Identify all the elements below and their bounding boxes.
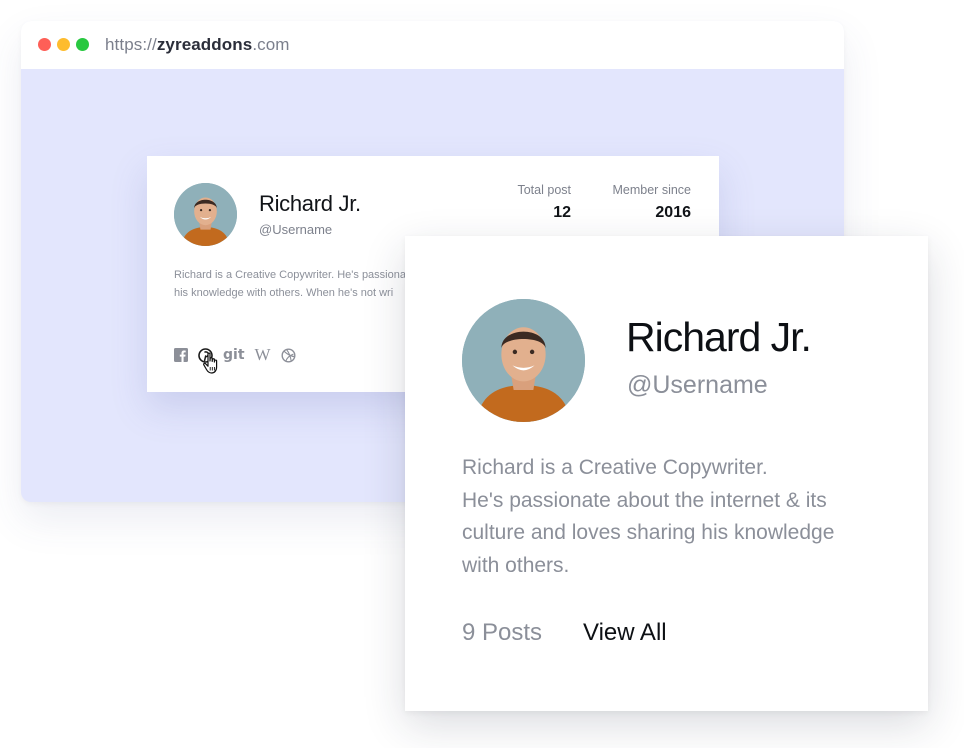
social-links: git W (174, 345, 306, 365)
bio-line: culture and loves sharing his knowledge (462, 521, 835, 544)
profile-name: Richard Jr. (259, 191, 361, 216)
profile-bio: Richard is a Creative Copywriter. He's p… (174, 266, 414, 302)
bio-line: He's passionate about the internet & its (462, 488, 827, 512)
url-domain: zyreaddons (156, 35, 253, 54)
bio-line: Richard is a Creative Copywriter. He's p… (174, 269, 414, 281)
dribbble-icon[interactable] (281, 347, 296, 363)
profile-bio: Richard is a Creative Copywriter. He's p… (462, 452, 892, 582)
avatar (174, 183, 237, 246)
hand-cursor-icon (203, 352, 218, 374)
bio-line: Richard is a Creative Copywriter. (462, 456, 768, 479)
minimize-window-button[interactable] (57, 38, 70, 51)
member-since-label: Member since (612, 183, 692, 197)
profile-name: Richard Jr. (626, 314, 812, 360)
bio-line: his knowledge with others. When he's not… (174, 287, 394, 299)
avatar (462, 299, 585, 422)
address-bar[interactable]: https://zyreaddons.com (105, 35, 290, 55)
url-prefix: https:// (105, 35, 157, 54)
facebook-icon[interactable] (174, 348, 188, 362)
profile-card-large: Richard Jr. @Username Richard is a Creat… (405, 236, 928, 711)
git-icon[interactable]: git (223, 347, 245, 363)
avatar-image (174, 183, 237, 246)
close-window-button[interactable] (38, 38, 51, 51)
wikipedia-icon[interactable]: W (255, 345, 271, 365)
total-post-label: Total post (517, 183, 571, 197)
total-post-value: 12 (553, 204, 571, 221)
posts-count: 9 Posts (462, 619, 543, 646)
browser-toolbar: https://zyreaddons.com (21, 21, 844, 69)
maximize-window-button[interactable] (76, 38, 89, 51)
profile-username: @Username (627, 371, 768, 399)
avatar-image (462, 299, 585, 422)
url-suffix: .com (252, 35, 290, 54)
profile-username: @Username (259, 222, 333, 237)
view-all-link[interactable]: View All (583, 619, 667, 647)
bio-line: with others. (462, 553, 570, 577)
member-since-value: 2016 (655, 204, 691, 221)
